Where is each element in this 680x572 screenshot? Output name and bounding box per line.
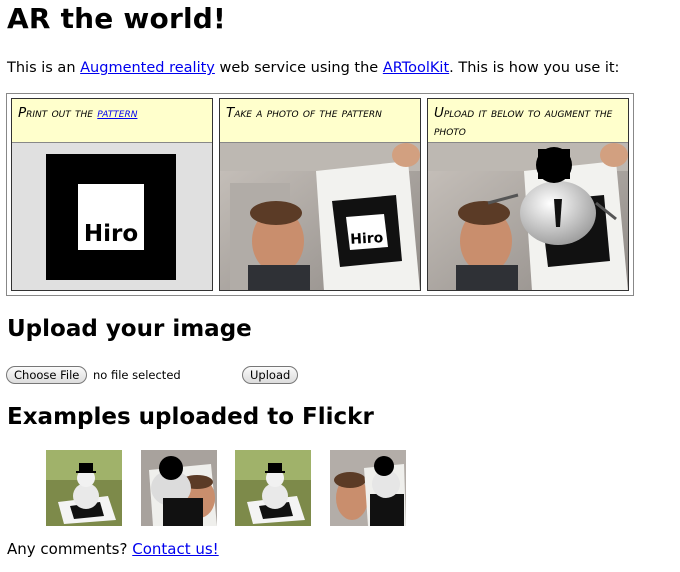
choose-file-button[interactable]: Choose File (6, 366, 88, 384)
comments-text: Any comments? (7, 540, 133, 558)
intro-text-before: This is an (7, 60, 81, 76)
hiro-marker-text: Hiro (84, 221, 138, 247)
flickr-thumbnail[interactable] (330, 450, 406, 526)
step-print-caption: Print out the pattern (12, 99, 212, 143)
photo-marker-text: Hiro (350, 230, 384, 248)
upload-button[interactable]: Upload (242, 366, 299, 384)
person-holding-marker-photo: Hiro (220, 143, 420, 290)
step-print-caption-text: Print out the (18, 105, 98, 121)
no-file-label: no file selected (93, 368, 181, 382)
step-upload-caption: Upload it below to augment the photo (428, 99, 628, 143)
examples-heading: Examples uploaded to Flickr (7, 404, 374, 430)
step-upload: Upload it below to augment the photo (427, 98, 629, 291)
step-photo-caption: Take a photo of the pattern (220, 99, 420, 143)
intro-text: This is an Augmented reality web service… (7, 60, 619, 76)
augmented-snowman-photo (428, 143, 628, 290)
intro-text-middle: web service using the (214, 60, 383, 76)
comments-line: Any comments? Contact us! (7, 540, 219, 558)
pattern-link[interactable]: pattern (97, 105, 137, 121)
hiro-marker-image: Hiro (12, 143, 212, 290)
flickr-thumbnail[interactable] (46, 450, 122, 526)
augmented-reality-link[interactable]: Augmented reality (80, 60, 215, 76)
upload-heading: Upload your image (7, 316, 252, 342)
flickr-thumbnail[interactable] (235, 450, 311, 526)
step-photo: Take a photo of the pattern Hiro (219, 98, 421, 291)
steps-table: Print out the pattern Hiro Take a photo … (6, 93, 634, 296)
artoolkit-link[interactable]: ARToolKit (383, 60, 449, 76)
step-print: Print out the pattern Hiro (11, 98, 213, 291)
page-title: AR the world! (7, 2, 226, 35)
contact-us-link[interactable]: Contact us! (132, 540, 218, 558)
intro-text-after: . This is how you use it: (449, 60, 620, 76)
flickr-thumbnail[interactable] (141, 450, 217, 526)
